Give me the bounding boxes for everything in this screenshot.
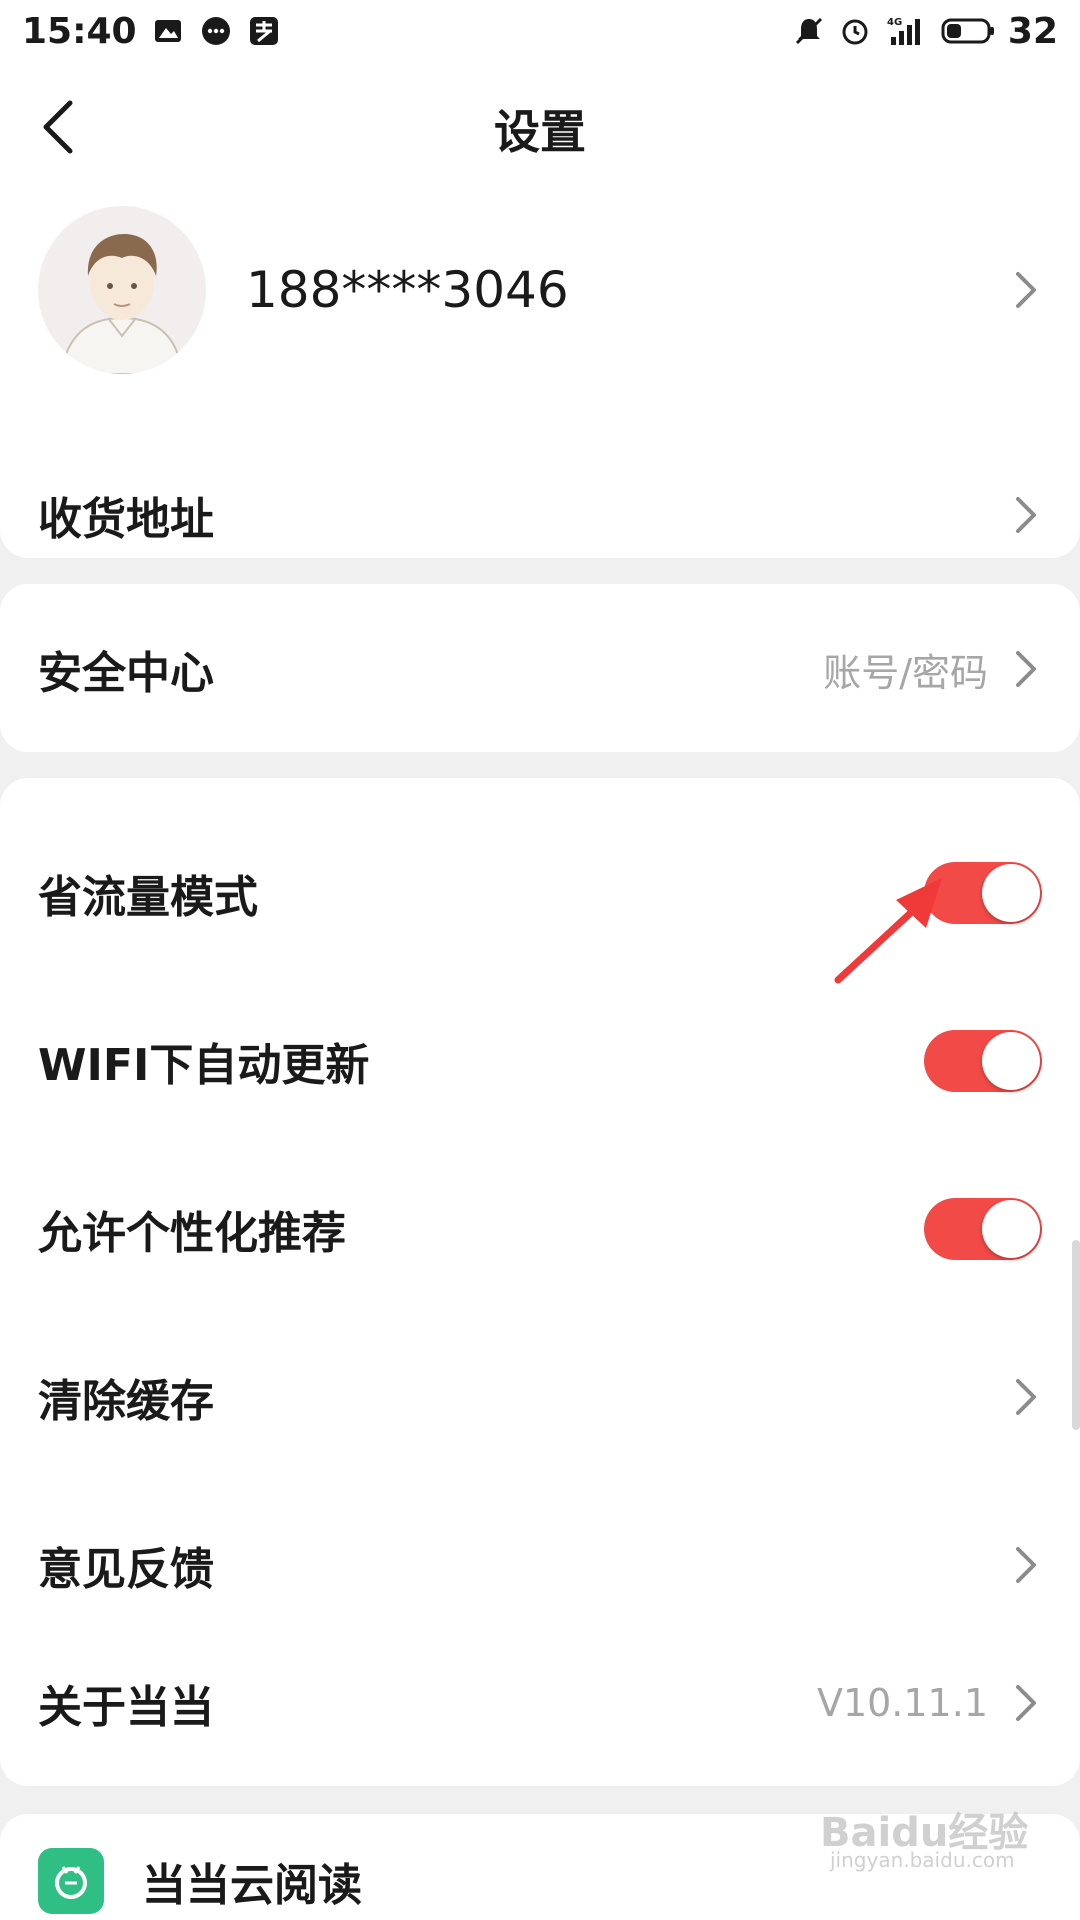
alarm-icon — [838, 14, 872, 48]
security-row[interactable]: 安全中心 账号/密码 — [0, 604, 1080, 734]
cloud-reading-label: 当当云阅读 — [142, 1860, 362, 1911]
security-card: 安全中心 账号/密码 — [0, 584, 1080, 752]
chevron-right-icon — [1010, 268, 1042, 312]
chevron-right-icon — [1010, 1375, 1042, 1419]
page-title: 设置 — [494, 105, 586, 159]
status-right: 4G 32 — [792, 11, 1058, 52]
toggle-knob — [982, 1200, 1040, 1258]
cloud-reading-app-icon — [38, 1848, 104, 1914]
account-phone: 188****3046 — [246, 261, 569, 319]
feedback-label: 意见反馈 — [38, 1544, 214, 1595]
clear-cache-row[interactable]: 清除缓存 — [0, 1332, 1080, 1462]
chevron-right-icon — [1010, 493, 1042, 537]
status-left: 15:40 — [22, 11, 281, 52]
about-row[interactable]: 关于当当 V10.11.1 — [0, 1638, 1080, 1768]
nav-header: 设置 — [0, 62, 1080, 190]
personalized-toggle[interactable] — [924, 1198, 1042, 1260]
security-sub: 账号/密码 — [823, 650, 988, 695]
avatar[interactable] — [38, 206, 206, 374]
security-label: 安全中心 — [38, 648, 214, 699]
chevron-right-icon — [1010, 1543, 1042, 1587]
battery-level: 32 — [1007, 10, 1058, 52]
chevron-right-icon — [1010, 1681, 1042, 1725]
annotation-arrow-icon — [834, 878, 942, 984]
signal-4g-icon: 4G — [884, 14, 928, 48]
feedback-row[interactable]: 意见反馈 — [0, 1500, 1080, 1630]
svg-text:4G: 4G — [887, 17, 902, 28]
about-version: V10.11.1 — [816, 1681, 988, 1725]
toggle-knob — [982, 864, 1040, 922]
profile-row[interactable]: 188****3046 — [0, 190, 1080, 390]
settings-page: 15:40 4G 32 188****3046 收货地址 设置 安全中心 账号/… — [0, 0, 1080, 1920]
data-saver-label: 省流量模式 — [38, 872, 258, 923]
scrollbar[interactable] — [1072, 1240, 1080, 1430]
personalized-row: 允许个性化推荐 — [0, 1164, 1080, 1294]
chevron-right-icon — [1010, 647, 1042, 691]
clear-cache-label: 清除缓存 — [38, 1376, 214, 1427]
pay-icon — [247, 14, 281, 48]
battery-icon — [940, 14, 996, 48]
chat-icon — [199, 14, 233, 48]
image-icon — [151, 14, 185, 48]
wifi-update-label: WIFI下自动更新 — [38, 1040, 370, 1091]
wifi-update-row: WIFI下自动更新 — [0, 996, 1080, 1126]
address-row[interactable]: 收货地址 — [0, 450, 1080, 580]
status-bar: 15:40 4G 32 — [0, 0, 1080, 62]
watermark-url: jingyan.baidu.com — [830, 1848, 1015, 1872]
toggle-knob — [982, 1032, 1040, 1090]
status-time: 15:40 — [22, 10, 137, 52]
about-label: 关于当当 — [38, 1682, 214, 1733]
address-label: 收货地址 — [38, 494, 214, 545]
wifi-update-toggle[interactable] — [924, 1030, 1042, 1092]
account-card: 188****3046 收货地址 — [0, 150, 1080, 558]
mute-icon — [792, 14, 826, 48]
personalized-label: 允许个性化推荐 — [38, 1208, 346, 1259]
